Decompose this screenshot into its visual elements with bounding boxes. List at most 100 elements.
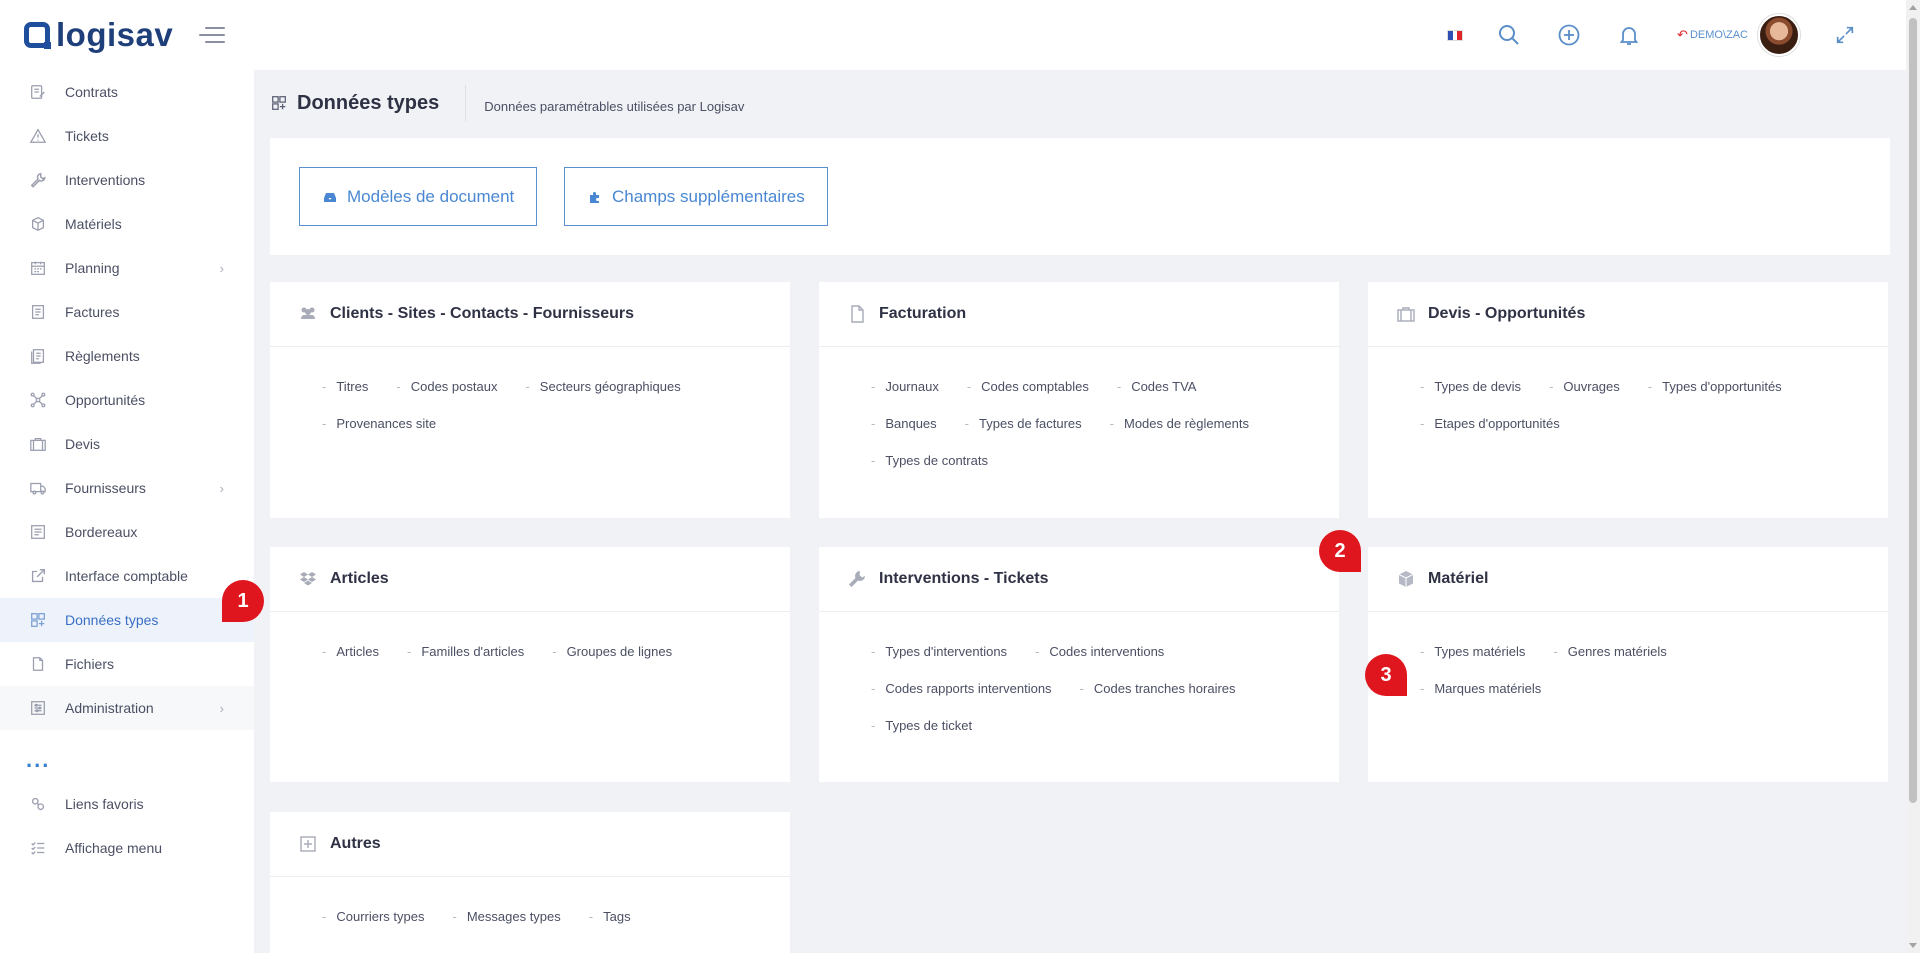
link-banques[interactable]: Banques	[871, 417, 936, 455]
card-header: Devis - Opportunités	[1368, 282, 1888, 347]
scroll-down-icon[interactable]	[1909, 943, 1917, 948]
card-links: Articles Familles d'articles Groupes de …	[270, 612, 740, 683]
flag-fr-icon[interactable]	[1447, 29, 1464, 41]
sidebar-item-planning[interactable]: Planning ›	[0, 246, 254, 290]
link-titres[interactable]: Titres	[322, 380, 368, 418]
sidebar-item-reglements[interactable]: Règlements	[0, 334, 254, 378]
card-title: Devis - Opportunités	[1428, 305, 1586, 322]
search-icon[interactable]	[1497, 23, 1521, 47]
puzzle-icon	[587, 189, 603, 205]
step-marker-2: 2	[1319, 530, 1361, 572]
document-models-button[interactable]: Modèles de document	[299, 167, 538, 226]
sidebar-item-administration[interactable]: Administration ›	[0, 686, 254, 730]
top-header: logisav ↶ DEMO\ZAC	[0, 0, 1906, 70]
card-title: Clients - Sites - Contacts - Fournisseur…	[330, 305, 635, 322]
sidebar-item-interface-comptable[interactable]: Interface comptable	[0, 554, 254, 598]
bell-icon[interactable]	[1617, 23, 1641, 47]
sidebar-item-contrats[interactable]: Contrats	[0, 70, 254, 114]
link-groupes-de-lignes[interactable]: Groupes de lignes	[552, 645, 673, 683]
grid-add-icon	[28, 610, 48, 630]
card-header: Interventions - Tickets	[819, 547, 1339, 612]
cube-icon	[28, 214, 48, 234]
sidebar-item-label: Fichiers	[65, 656, 115, 672]
sidebar-item-label: Tickets	[65, 128, 109, 144]
sidebar-item-materiels[interactable]: Matériels	[0, 202, 254, 246]
scrollbar-thumb[interactable]	[1909, 18, 1917, 803]
link-types-de-ticket[interactable]: Types de ticket	[871, 719, 972, 757]
link-genres-materiels[interactable]: Genres matériels	[1553, 645, 1667, 683]
sidebar: Contrats Tickets Interventions Matériels…	[0, 70, 254, 953]
page-title: Données types	[297, 91, 440, 114]
link-types-d-opportunites[interactable]: Types d'opportunités	[1648, 380, 1782, 418]
users-icon	[298, 304, 318, 324]
menu-toggle-icon[interactable]	[199, 27, 226, 43]
link-codes-postaux[interactable]: Codes postaux	[396, 380, 498, 418]
link-articles[interactable]: Articles	[322, 645, 379, 683]
card-title: Autres	[330, 835, 381, 852]
logo[interactable]: logisav	[24, 16, 173, 54]
link-codes-comptables[interactable]: Codes comptables	[967, 380, 1089, 418]
link-journaux[interactable]: Journaux	[871, 380, 938, 418]
sidebar-item-fichiers[interactable]: Fichiers	[0, 642, 254, 686]
sidebar-item-bordereaux[interactable]: Bordereaux	[0, 510, 254, 554]
sidebar-item-label: Planning	[65, 260, 120, 276]
logo-text: logisav	[56, 16, 174, 53]
sidebar-item-factures[interactable]: Factures	[0, 290, 254, 334]
scroll-up-icon[interactable]	[1909, 5, 1917, 10]
link-familles-d-articles[interactable]: Familles d'articles	[407, 645, 524, 683]
link-provenances-site[interactable]: Provenances site	[322, 417, 436, 455]
card-links: Types d'interventions Codes intervention…	[819, 612, 1289, 757]
sidebar-item-label: Affichage menu	[65, 840, 163, 856]
sidebar-item-interventions[interactable]: Interventions	[0, 158, 254, 202]
sidebar-item-tickets[interactable]: Tickets	[0, 114, 254, 158]
admin-icon	[28, 698, 48, 718]
card-autres: Autres Courriers types Messages types Ta…	[270, 812, 790, 953]
grid-add-icon	[270, 94, 288, 112]
invoice-icon	[28, 302, 48, 322]
avatar[interactable]	[1758, 14, 1800, 56]
sidebar-item-label: Opportunités	[65, 392, 146, 408]
link-types-de-contrats[interactable]: Types de contrats	[871, 454, 988, 492]
link-ouvrages[interactable]: Ouvrages	[1549, 380, 1619, 418]
scrollbar[interactable]	[1906, 0, 1920, 953]
link-codes-tranches-horaires[interactable]: Codes tranches horaires	[1080, 682, 1236, 720]
card-facturation: Facturation Journaux Codes comptables Co…	[819, 282, 1339, 518]
card-articles: Articles Articles Familles d'articles Gr…	[270, 547, 790, 782]
sidebar-item-affichage-menu[interactable]: Affichage menu	[0, 826, 254, 870]
link-secteurs-geographiques[interactable]: Secteurs géographiques	[525, 380, 681, 418]
link-marques-materiels[interactable]: Marques matériels	[1420, 682, 1541, 720]
user-label: DEMO\ZAC	[1689, 29, 1748, 41]
sidebar-item-donnees-types[interactable]: Données types	[0, 598, 254, 642]
more-menu-icon[interactable]: ...	[0, 738, 254, 782]
link-types-materiels[interactable]: Types matériels	[1420, 645, 1525, 683]
add-circle-icon[interactable]	[1557, 23, 1581, 47]
sidebar-item-opportunites[interactable]: Opportunités	[0, 378, 254, 422]
sidebar-item-label: Administration	[65, 700, 154, 716]
link-codes-rapports-interventions[interactable]: Codes rapports interventions	[871, 682, 1051, 720]
sidebar-item-fournisseurs[interactable]: Fournisseurs ›	[0, 466, 254, 510]
sidebar-item-devis[interactable]: Devis	[0, 422, 254, 466]
user-switch-link[interactable]: ↶ DEMO\ZAC	[1677, 27, 1748, 43]
link-types-d-interventions[interactable]: Types d'interventions	[871, 645, 1007, 683]
card-title: Articles	[330, 570, 389, 587]
sidebar-item-label: Règlements	[65, 348, 140, 364]
link-types-de-devis[interactable]: Types de devis	[1420, 380, 1521, 418]
page-header: Données types Données paramétrables util…	[270, 85, 744, 121]
card-links: Titres Codes postaux Secteurs géographiq…	[270, 347, 740, 455]
link-codes-interventions[interactable]: Codes interventions	[1035, 645, 1164, 683]
link-codes-tva[interactable]: Codes TVA	[1117, 380, 1196, 418]
expand-icon[interactable]	[1834, 24, 1856, 46]
link-types-de-factures[interactable]: Types de factures	[965, 417, 1082, 455]
link-etapes-d-opportunites[interactable]: Etapes d'opportunités	[1420, 417, 1559, 455]
link-tags[interactable]: Tags	[589, 910, 630, 948]
card-title: Matériel	[1428, 570, 1489, 587]
card-header: Matériel	[1368, 547, 1888, 612]
wrench-icon	[28, 170, 48, 190]
link-modes-de-reglements[interactable]: Modes de règlements	[1110, 417, 1249, 455]
card-devis: Devis - Opportunités Types de devis Ouvr…	[1368, 282, 1888, 518]
link-messages-types[interactable]: Messages types	[452, 910, 561, 948]
link-courriers-types[interactable]: Courriers types	[322, 910, 424, 948]
extra-fields-button[interactable]: Champs supplémentaires	[564, 167, 828, 226]
sidebar-item-liens-favoris[interactable]: Liens favoris	[0, 782, 254, 826]
warning-icon	[28, 126, 48, 146]
